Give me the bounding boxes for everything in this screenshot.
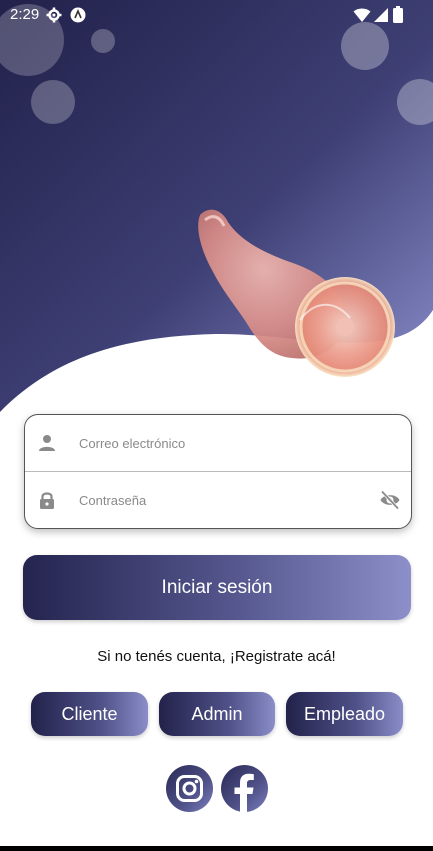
status-bar: 2:29 (0, 0, 433, 30)
login-screen: 2:29 Correo electrónico Contraseña Inici… (0, 0, 433, 851)
signal-icon (374, 8, 388, 22)
email-field[interactable]: Correo electrónico (25, 415, 411, 471)
person-icon (39, 435, 55, 451)
facebook-button[interactable] (221, 765, 268, 812)
lock-icon (40, 492, 54, 509)
eye-off-icon[interactable] (379, 489, 401, 511)
email-placeholder[interactable]: Correo electrónico (79, 436, 185, 451)
facebook-icon (234, 773, 254, 812)
admin-button[interactable]: Admin (159, 692, 275, 736)
empleado-button[interactable]: Empleado (286, 692, 403, 736)
app-icon (70, 7, 86, 23)
password-placeholder[interactable]: Contraseña (79, 493, 146, 508)
instagram-button[interactable] (166, 765, 213, 812)
login-button[interactable]: Iniciar sesión (23, 555, 411, 620)
battery-icon (393, 6, 403, 23)
status-time: 2:29 (10, 6, 40, 23)
login-form: Correo electrónico Contraseña (24, 414, 412, 529)
wifi-icon (353, 8, 371, 22)
navigation-bar (0, 846, 433, 851)
instagram-icon (176, 775, 203, 802)
hero-background (0, 0, 433, 412)
register-link[interactable]: Si no tenés cuenta, ¡Registrate acá! (0, 648, 433, 665)
cliente-button[interactable]: Cliente (31, 692, 148, 736)
settings-icon (46, 7, 62, 23)
password-field[interactable]: Contraseña (25, 472, 411, 528)
